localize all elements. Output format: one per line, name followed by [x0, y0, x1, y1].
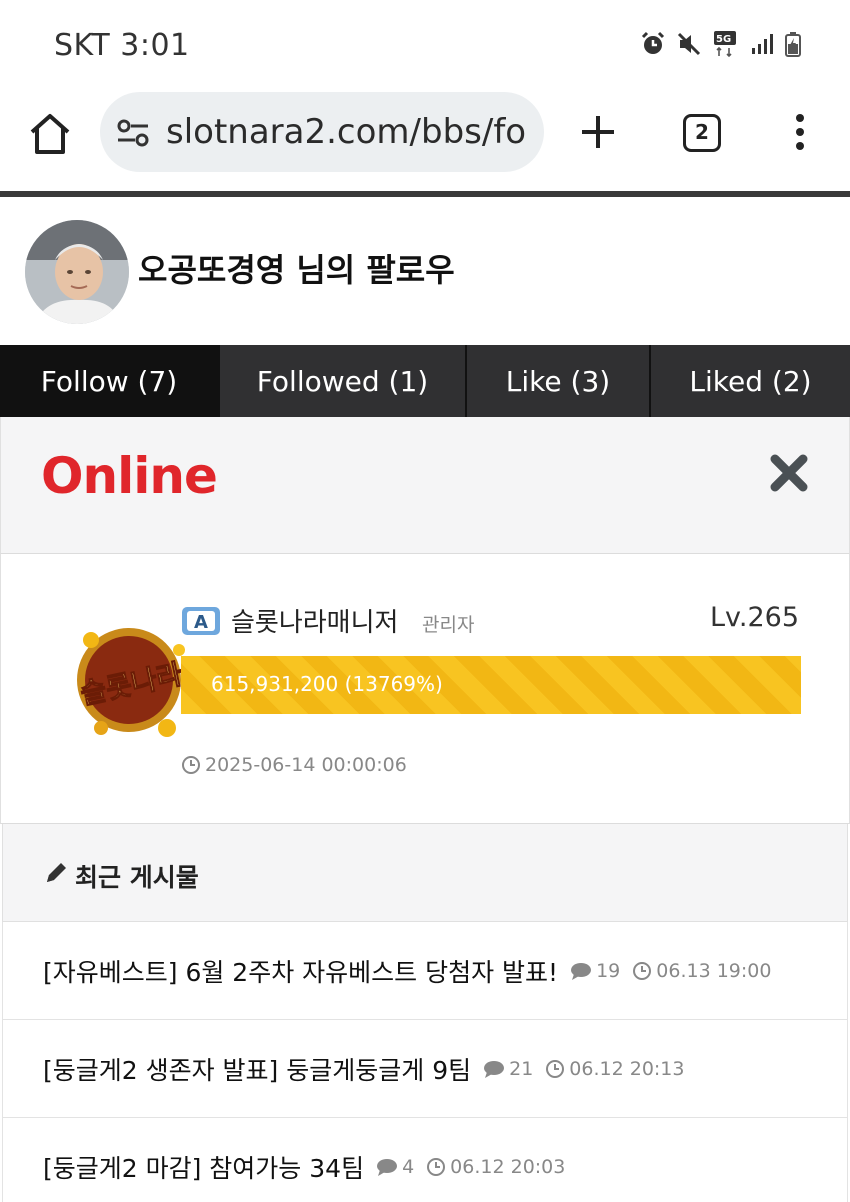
tab-like[interactable]: Like (3) [465, 345, 649, 417]
battery-icon [785, 32, 801, 57]
page-title: 오공또경영 님의 팔로우 [138, 251, 455, 289]
close-icon[interactable] [768, 452, 810, 494]
tab-switcher-button[interactable]: 2 [683, 114, 721, 152]
recent-posts-list: [자유베스트] 6월 2주차 자유베스트 당첨자 발표! 19 06.13 19… [2, 922, 848, 1202]
new-tab-icon[interactable] [578, 112, 618, 152]
last-login-text: 2025-06-14 00:00:06 [205, 754, 407, 776]
status-carrier-time: SKT 3:01 [54, 28, 190, 63]
network-5g-icon: 5G [714, 31, 736, 58]
alarm-icon [641, 31, 665, 54]
clock-icon [182, 756, 200, 774]
url-text[interactable]: slotnara2.com/bbs/follc [166, 112, 526, 152]
tab-follow[interactable]: Follow (7) [0, 345, 218, 417]
member-level: Lv.265 [709, 602, 799, 633]
comment-count: 21 [483, 1058, 533, 1080]
list-item[interactable]: [둥글게2 마감] 참여가능 34팀 4 06.12 20:03 [2, 1118, 848, 1202]
status-icons: 5G [640, 30, 802, 58]
pencil-icon [47, 863, 66, 882]
post-title[interactable]: [자유베스트] 6월 2주차 자유베스트 당첨자 발표! [43, 953, 558, 989]
follow-tabs: Follow (7) Followed (1) Like (3) Liked (… [0, 345, 850, 417]
comment-icon [484, 1060, 505, 1078]
home-icon[interactable] [26, 110, 74, 158]
post-date: 06.13 19:00 [632, 960, 771, 982]
clock-icon [427, 1157, 446, 1176]
online-panel: Online [0, 417, 850, 554]
clock-icon [633, 961, 652, 980]
tab-liked[interactable]: Liked (2) [649, 345, 850, 417]
recent-posts-header: 최근 게시물 [2, 824, 848, 922]
member-name[interactable]: 슬롯나라매니저 [231, 602, 398, 639]
site-settings-icon[interactable] [116, 116, 150, 150]
comment-icon [377, 1158, 398, 1176]
list-item[interactable]: [자유베스트] 6월 2주차 자유베스트 당첨자 발표! 19 06.13 19… [2, 922, 848, 1020]
more-menu-icon[interactable] [788, 112, 812, 152]
recent-posts-title: 최근 게시물 [75, 863, 199, 892]
tab-followed[interactable]: Followed (1) [218, 345, 465, 417]
signal-icon [752, 34, 773, 54]
comment-count: 4 [376, 1156, 414, 1178]
avatar[interactable] [25, 220, 129, 324]
member-card: 슬롯나라 A 슬롯나라매니저 관리자 Lv.265 615,931,200 (1… [0, 554, 850, 824]
browser-toolbar: slotnara2.com/bbs/follc 2 [0, 90, 850, 192]
mute-icon [677, 32, 701, 56]
status-bar: SKT 3:01 5G [0, 0, 850, 90]
list-item[interactable]: [둥글게2 생존자 발표] 둥글게둥글게 9팀 21 06.12 20:13 [2, 1020, 848, 1118]
post-date: 06.12 20:13 [545, 1058, 684, 1080]
address-bar[interactable]: slotnara2.com/bbs/follc [100, 92, 544, 172]
last-login: 2025-06-14 00:00:06 [181, 754, 407, 776]
online-title: Online [41, 447, 218, 505]
svg-text:5G: 5G [716, 34, 731, 45]
comment-icon [571, 962, 592, 980]
svg-text:A: A [194, 612, 208, 633]
admin-level-icon: A [182, 607, 220, 635]
post-title[interactable]: [둥글게2 마감] 참여가능 34팀 [43, 1149, 364, 1185]
comment-count: 19 [570, 960, 620, 982]
post-title[interactable]: [둥글게2 생존자 발표] 둥글게둥글게 9팀 [43, 1051, 471, 1087]
post-date: 06.12 20:03 [426, 1156, 565, 1178]
exp-progress-bar: 615,931,200 (13769%) [181, 656, 801, 714]
exp-text: 615,931,200 (13769%) [211, 672, 443, 696]
profile-header: 오공또경영 님의 팔로우 [0, 197, 850, 345]
clock-icon [546, 1059, 565, 1078]
member-role: 관리자 [422, 614, 475, 636]
